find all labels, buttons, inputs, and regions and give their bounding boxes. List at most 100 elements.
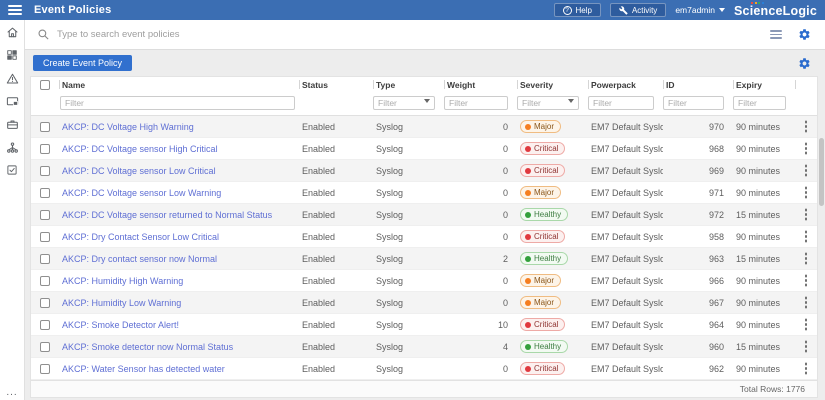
expiry-filter-cell [733,93,786,111]
policy-name-link[interactable]: AKCP: DC Voltage sensor returned to Norm… [62,210,272,220]
vertical-scrollbar-thumb[interactable] [819,138,824,206]
row-menu-kebab-icon[interactable] [805,279,808,282]
table-body: AKCP: DC Voltage High Warning Enabled Sysl… [31,116,817,380]
row-checkbox-cell [31,232,59,242]
row-menu-kebab-icon[interactable] [805,301,808,304]
id-cell: 970 [663,122,733,132]
type-cell: Syslog [373,320,444,330]
column-header-powerpack[interactable]: Powerpack [588,77,663,92]
id-filter-input[interactable] [663,96,724,110]
type-cell: Syslog [373,276,444,286]
policy-name-link[interactable]: AKCP: Dry Contact Sensor Low Critical [62,232,219,242]
sidebar-more-button[interactable]: ... [6,390,17,396]
policy-name-link[interactable]: AKCP: DC Voltage High Warning [62,122,194,132]
expiry-cell: 90 minutes [733,122,795,132]
row-checkbox[interactable] [40,320,50,330]
select-all-checkbox[interactable] [40,80,50,90]
row-checkbox-cell [31,188,59,198]
powerpack-filter-input[interactable] [588,96,654,110]
sidebar-item-events[interactable] [3,71,22,85]
create-event-policy-button[interactable]: Create Event Policy [33,55,132,71]
column-header-id[interactable]: ID [663,77,733,92]
table-settings-gear-icon[interactable] [798,57,811,70]
row-menu-kebab-icon[interactable] [805,191,808,194]
column-header-severity[interactable]: Severity [517,77,588,92]
status-cell: Enabled [299,122,373,132]
policy-name-link[interactable]: AKCP: Smoke Detector Alert! [62,320,179,330]
activity-button[interactable]: Activity [610,3,666,17]
table-row: AKCP: Smoke detector now Normal StatusEn… [31,336,817,358]
sidebar-item-business-services[interactable] [3,117,22,131]
severity-filter-input[interactable] [517,96,579,110]
hamburger-menu-icon[interactable] [8,5,22,15]
policy-name-link[interactable]: AKCP: Humidity Low Warning [62,298,181,308]
row-menu-kebab-icon[interactable] [805,213,808,216]
policy-name-link[interactable]: AKCP: Smoke detector now Normal Status [62,342,233,352]
row-checkbox[interactable] [40,364,50,374]
powerpack-cell: EM7 Default Syslog Event [588,364,663,374]
row-checkbox[interactable] [40,122,50,132]
weight-cell: 0 [444,166,517,176]
expiry-cell: 90 minutes [733,232,795,242]
row-checkbox[interactable] [40,276,50,286]
policy-name-cell: AKCP: Humidity High Warning [59,276,299,286]
policy-name-link[interactable]: AKCP: Dry contact sensor now Normal [62,254,217,264]
sidebar-item-devices[interactable] [3,94,22,108]
wrench-icon [619,6,628,15]
powerpack-cell: EM7 Default Syslog Event [588,298,663,308]
help-button[interactable]: ? Help [554,3,601,17]
row-checkbox[interactable] [40,232,50,242]
row-menu-kebab-icon[interactable] [805,125,808,128]
weight-cell: 0 [444,364,517,374]
severity-badge: Critical [520,362,565,375]
weight-cell: 0 [444,144,517,154]
activity-label: Activity [632,6,657,15]
type-filter-cell [373,93,435,111]
row-menu-kebab-icon[interactable] [805,147,808,150]
policy-name-link[interactable]: AKCP: Water Sensor has detected water [62,364,225,374]
policy-name-link[interactable]: AKCP: Humidity High Warning [62,276,183,286]
severity-badge: Major [520,296,561,309]
column-header-weight[interactable]: Weight [444,77,517,92]
policy-name-link[interactable]: AKCP: DC Voltage sensor Low Critical [62,166,216,176]
row-checkbox[interactable] [40,298,50,308]
search-input[interactable] [57,29,770,40]
row-menu-kebab-icon[interactable] [805,235,808,238]
type-filter-input[interactable] [373,96,435,110]
severity-label: Critical [534,166,558,175]
sidebar-item-automation[interactable] [3,163,22,177]
severity-badge: Critical [520,318,565,331]
row-checkbox-cell [31,276,59,286]
sidebar-item-dashboards[interactable] [3,48,22,62]
status-cell: Enabled [299,254,373,264]
sidebar-item-home[interactable] [3,25,22,39]
row-checkbox[interactable] [40,342,50,352]
row-checkbox[interactable] [40,188,50,198]
row-menu-kebab-icon[interactable] [805,323,808,326]
severity-badge: Critical [520,164,565,177]
sidebar-item-maps[interactable] [3,140,22,154]
row-menu-kebab-icon[interactable] [805,367,808,370]
row-menu-kebab-icon[interactable] [805,345,808,348]
row-menu-kebab-icon[interactable] [805,257,808,260]
weight-filter-input[interactable] [444,96,508,110]
severity-cell: Healthy [517,252,588,265]
policy-name-link[interactable]: AKCP: DC Voltage sensor High Critical [62,144,218,154]
row-checkbox[interactable] [40,144,50,154]
column-header-expiry[interactable]: Expiry [733,77,795,92]
search-settings-gear-icon[interactable] [798,28,811,41]
column-header-status[interactable]: Status [299,77,373,92]
column-header-name[interactable]: Name [59,77,299,92]
column-header-type[interactable]: Type [373,77,444,92]
row-menu-kebab-icon[interactable] [805,169,808,172]
user-menu[interactable]: em7admin [675,5,725,15]
name-filter-input[interactable] [60,96,295,110]
policy-name-link[interactable]: AKCP: DC Voltage sensor Low Warning [62,188,221,198]
severity-cell: Major [517,186,588,199]
expiry-filter-input[interactable] [733,96,786,110]
row-checkbox[interactable] [40,254,50,264]
row-checkbox[interactable] [40,210,50,220]
view-options-icon[interactable] [770,30,782,39]
username: em7admin [675,5,715,15]
row-checkbox[interactable] [40,166,50,176]
